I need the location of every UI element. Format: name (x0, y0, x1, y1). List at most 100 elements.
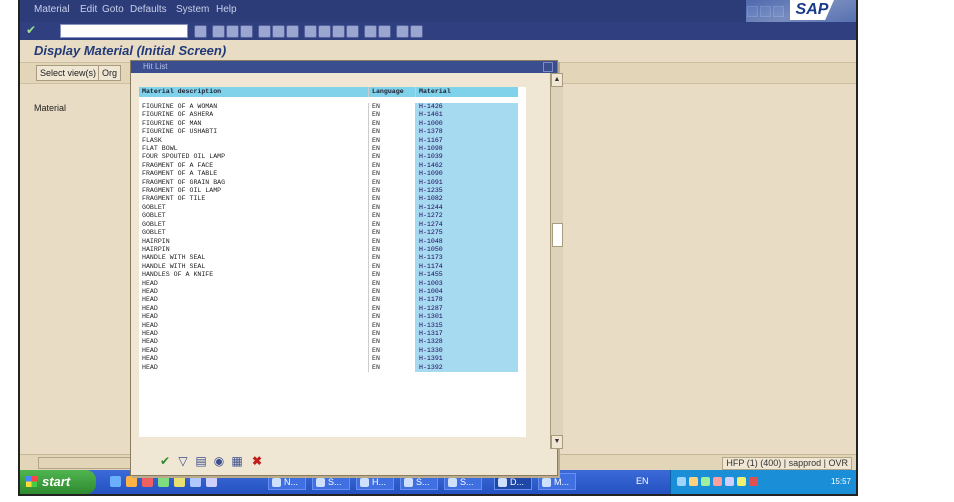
tray-volume-icon[interactable] (689, 477, 698, 486)
cell-description[interactable]: HANDLES OF A KNIFE (139, 271, 369, 279)
cell-language[interactable]: EN (368, 296, 416, 305)
cell-material[interactable]: H-1462 (415, 161, 518, 171)
back-icon[interactable] (212, 25, 225, 38)
menu-goto[interactable]: Goto (102, 4, 124, 15)
cell-description[interactable]: HAIRPIN (139, 246, 369, 254)
table-row[interactable]: HEAD EN H-1392 (139, 363, 518, 372)
language-indicator[interactable]: EN (636, 476, 649, 486)
cell-material[interactable]: H-1091 (415, 178, 518, 188)
cell-language[interactable]: EN (368, 245, 416, 255)
cell-language[interactable]: EN (368, 346, 416, 356)
cell-description[interactable]: FIGURINE OF A WOMAN (139, 100, 369, 111)
exit-icon[interactable] (226, 25, 239, 38)
cell-description[interactable]: HEAD (139, 313, 369, 321)
cell-description[interactable]: HEAD (139, 347, 369, 355)
cell-material[interactable]: H-1301 (415, 313, 518, 322)
cell-language[interactable]: EN (368, 119, 416, 129)
menu-edit[interactable]: Edit (80, 4, 97, 15)
table-row[interactable]: HEAD EN H-1317 (139, 329, 518, 339)
cell-language[interactable]: EN (368, 212, 416, 221)
cell-description[interactable]: GOBLET (139, 229, 369, 237)
cell-description[interactable]: HEAD (139, 322, 369, 330)
column-header-language[interactable]: Language (368, 87, 416, 100)
cell-material[interactable]: H-1391 (415, 355, 518, 364)
table-row[interactable]: HEAD EN H-1004 (139, 287, 518, 297)
cell-language[interactable]: EN (368, 203, 416, 213)
cell-language[interactable]: EN (368, 287, 416, 297)
menu-help[interactable]: Help (216, 4, 237, 15)
table-row[interactable]: HEAD EN H-1287 (139, 304, 518, 314)
table-row[interactable]: GOBLET EN H-1275 (139, 229, 518, 238)
next-page-icon[interactable] (332, 25, 345, 38)
cell-language[interactable]: EN (368, 313, 416, 322)
cell-language[interactable]: EN (368, 363, 416, 372)
cell-description[interactable]: FRAGMENT OF TILE (139, 195, 369, 203)
cell-description[interactable]: FRAGMENT OF OIL LAMP (139, 187, 369, 195)
cell-material[interactable]: H-1039 (415, 153, 518, 162)
cell-language[interactable]: EN (368, 170, 416, 179)
table-row[interactable]: GOBLET EN H-1272 (139, 212, 518, 221)
table-row[interactable]: GOBLET EN H-1274 (139, 220, 518, 230)
cell-description[interactable]: GOBLET (139, 212, 369, 220)
cell-material[interactable]: H-1178 (415, 296, 518, 305)
check-icon[interactable]: ✔ (26, 23, 36, 37)
cell-material[interactable]: H-1455 (415, 271, 518, 280)
cancel-icon[interactable] (240, 25, 253, 38)
cell-description[interactable]: HEAD (139, 280, 369, 288)
cell-material[interactable]: H-1173 (415, 254, 518, 263)
cell-material[interactable]: H-1287 (415, 304, 518, 314)
layout-icon[interactable] (410, 25, 423, 38)
first-page-icon[interactable] (304, 25, 317, 38)
scroll-down-icon[interactable]: ▼ (551, 435, 563, 449)
find-next-icon[interactable] (286, 25, 299, 38)
cell-language[interactable]: EN (368, 161, 416, 171)
help-icon[interactable] (396, 25, 409, 38)
find-icon[interactable]: ◉ (213, 455, 225, 467)
tray-app-icon[interactable] (701, 477, 710, 486)
quicklaunch-app-icon[interactable] (158, 476, 169, 487)
start-button[interactable]: start (20, 470, 96, 494)
table-row[interactable]: FRAGMENT OF A TABLE EN H-1090 (139, 170, 518, 179)
tray-network-icon[interactable] (677, 477, 686, 486)
table-row[interactable]: HAIRPIN EN H-1048 (139, 237, 518, 246)
new-session-icon[interactable] (364, 25, 377, 38)
tray-security-icon[interactable] (713, 477, 722, 486)
cell-description[interactable]: FOUR SPOUTED OIL LAMP (139, 153, 369, 161)
cell-language[interactable]: EN (368, 321, 416, 330)
select-views-button[interactable]: Select view(s) (36, 65, 101, 81)
table-row[interactable]: HEAD EN H-1315 (139, 321, 518, 330)
table-row[interactable]: HEAD EN H-1330 (139, 346, 518, 356)
column-header-description[interactable]: Material description (139, 87, 369, 100)
scroll-thumb[interactable] (552, 223, 563, 247)
cell-language[interactable]: EN (368, 329, 416, 339)
quicklaunch-desktop-icon[interactable] (110, 476, 121, 487)
cell-language[interactable]: EN (368, 355, 416, 364)
cell-description[interactable]: HANDLE WITH SEAL (139, 263, 369, 271)
menu-defaults[interactable]: Defaults (130, 4, 167, 15)
table-row[interactable]: HEAD EN H-1391 (139, 355, 518, 364)
table-row[interactable]: HANDLE WITH SEAL EN H-1174 (139, 262, 518, 272)
cell-description[interactable]: HEAD (139, 296, 369, 304)
cell-material[interactable]: H-1378 (415, 128, 518, 137)
cell-language[interactable]: EN (368, 254, 416, 263)
cell-material[interactable]: H-1272 (415, 212, 518, 221)
last-page-icon[interactable] (346, 25, 359, 38)
tray-antivirus-icon[interactable] (749, 477, 758, 486)
cell-description[interactable]: FRAGMENT OF GRAIN BAG (139, 179, 369, 187)
cell-language[interactable]: EN (368, 237, 416, 246)
cell-material[interactable]: H-1004 (415, 287, 518, 297)
cell-material[interactable]: H-1275 (415, 229, 518, 238)
cell-material[interactable]: H-1048 (415, 237, 518, 246)
table-row[interactable]: FIGURINE OF MAN EN H-1000 (139, 119, 518, 129)
cell-material[interactable]: H-1317 (415, 329, 518, 339)
cell-language[interactable]: EN (368, 153, 416, 162)
quicklaunch-mail-icon[interactable] (190, 476, 201, 487)
cell-material[interactable]: H-1392 (415, 363, 518, 372)
table-row[interactable]: FLAT BOWL EN H-1098 (139, 145, 518, 154)
column-header-material[interactable]: Material (415, 87, 518, 100)
cell-material[interactable]: H-1082 (415, 195, 518, 204)
cell-description[interactable]: FIGURINE OF ASHERA (139, 111, 369, 119)
cell-language[interactable]: EN (368, 338, 416, 347)
quicklaunch-folder-icon[interactable] (174, 476, 185, 487)
print-icon[interactable] (258, 25, 271, 38)
